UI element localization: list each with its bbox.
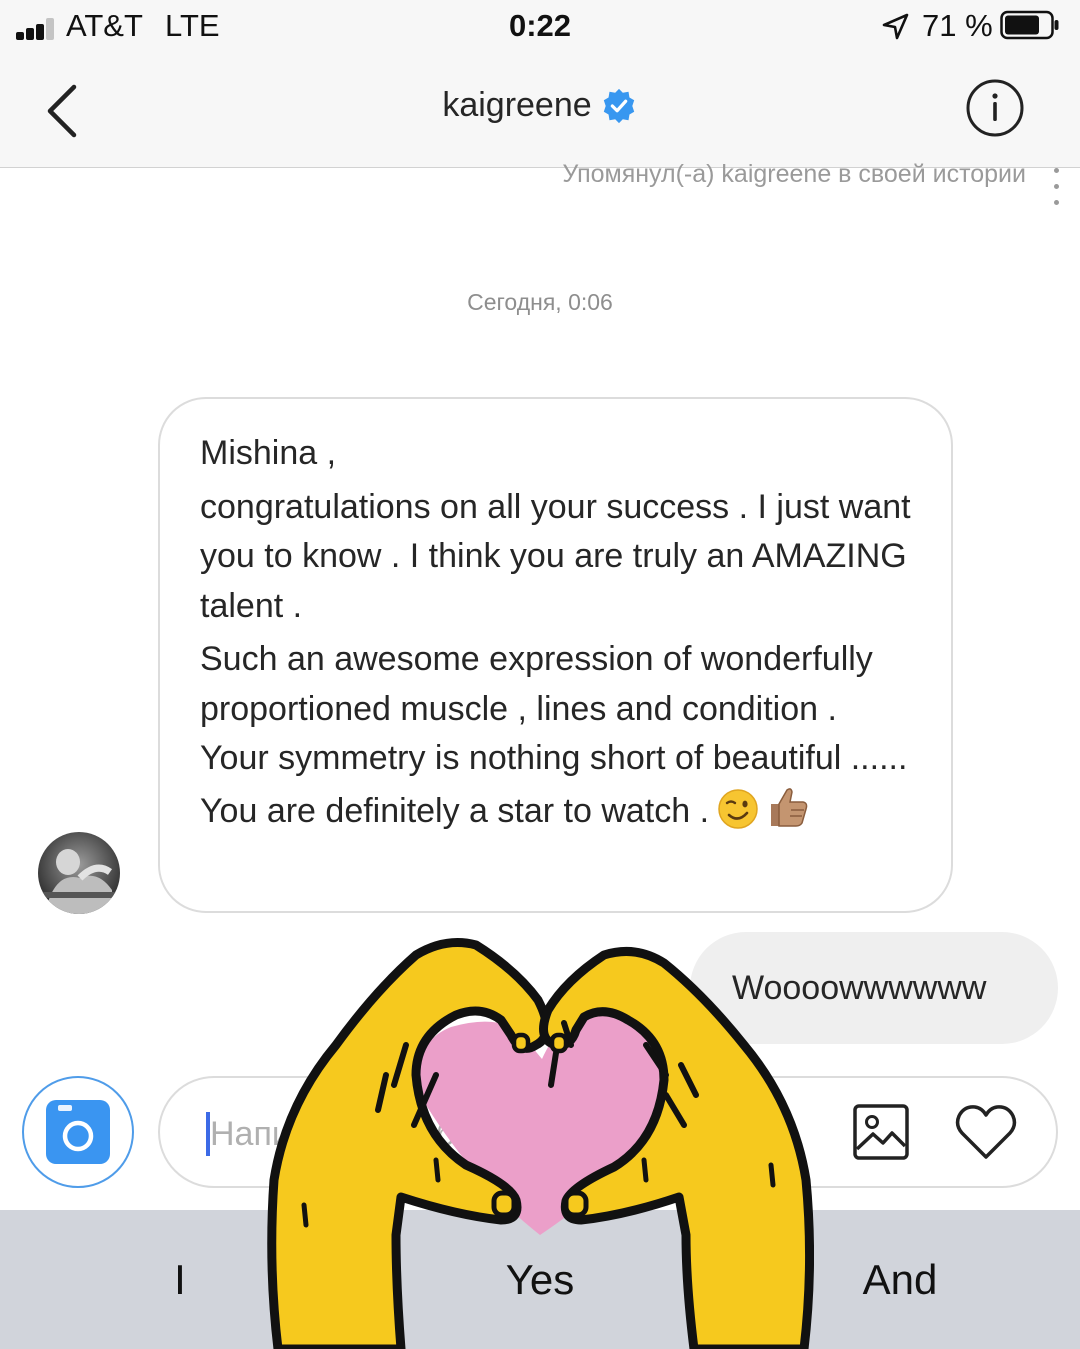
battery-percent: 71 %	[922, 8, 993, 43]
date-separator: Сегодня, 0:06	[467, 289, 613, 315]
suggestion-1[interactable]: I	[0, 1210, 360, 1349]
more-dots-icon[interactable]	[1052, 168, 1060, 212]
suggestion-3[interactable]: And	[720, 1210, 1080, 1349]
suggestion-2[interactable]: Yes	[360, 1210, 720, 1349]
heart-icon[interactable]	[954, 1102, 1018, 1162]
gallery-icon[interactable]	[852, 1103, 910, 1161]
message-composer[interactable]	[158, 1076, 1058, 1188]
status-bar: AT&T LTE 0:22 71 %	[0, 0, 1080, 56]
status-time: 0:22	[508, 8, 572, 43]
text-caret	[206, 1112, 210, 1156]
chat-header: kaigreene	[0, 56, 1080, 168]
message-paragraph: congratulations on all your success . I …	[200, 487, 911, 625]
camera-icon	[46, 1100, 110, 1164]
message-paragraph-closing: Such an awesome expression of wonderfull…	[200, 635, 911, 836]
message-greeting: Mishina ,	[200, 434, 337, 472]
verified-badge-icon	[603, 88, 634, 123]
outgoing-message-bubble[interactable]: Woooowwwwww	[690, 932, 1058, 1044]
message-input[interactable]	[208, 1108, 812, 1160]
info-icon[interactable]	[966, 79, 1024, 137]
incoming-message-bubble[interactable]: Mishina , congratulations on all your su…	[158, 397, 953, 913]
header-title[interactable]: kaigreene	[0, 86, 1080, 125]
keyboard-suggestion-bar: I Yes And	[0, 1210, 1080, 1349]
avatar[interactable]	[38, 832, 120, 914]
username: kaigreene	[442, 86, 592, 124]
camera-button[interactable]	[22, 1076, 134, 1188]
story-mention-note: Упомянул(-а) kaigreene в своей истории	[562, 160, 1026, 188]
battery-icon	[1000, 10, 1059, 40]
location-arrow-icon	[882, 13, 909, 40]
winking-face-emoji	[718, 788, 758, 829]
thumbs-up-emoji	[771, 787, 808, 827]
